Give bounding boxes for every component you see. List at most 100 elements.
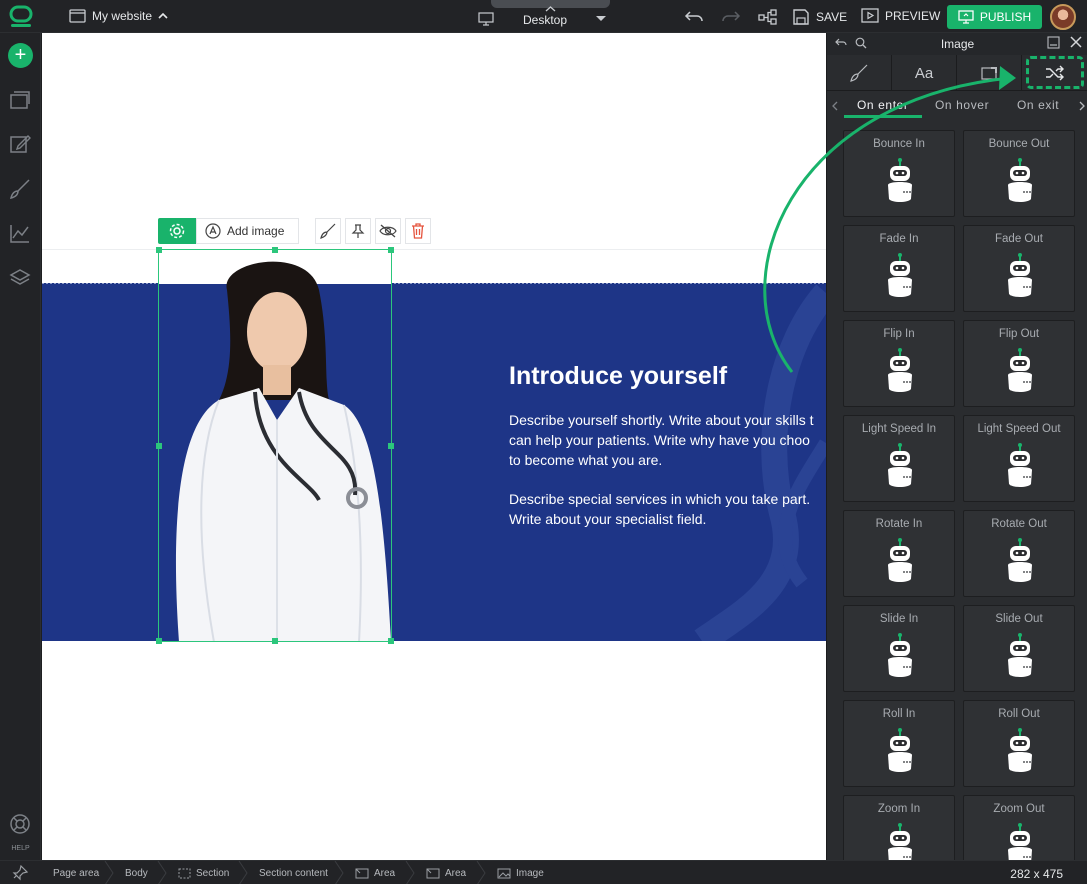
animation-option-slide-in[interactable]: Slide In xyxy=(843,605,955,692)
robot-mascot-icon xyxy=(888,443,912,487)
subtab-on-exit[interactable]: On exit xyxy=(1017,98,1059,112)
robot-mascot-icon xyxy=(888,348,912,392)
animation-option-roll-in[interactable]: Roll In xyxy=(843,700,955,787)
minimize-icon[interactable] xyxy=(1047,36,1060,49)
undo-icon[interactable] xyxy=(683,8,705,26)
panel-title: Image xyxy=(940,37,975,51)
hero-paragraph-line: Describe special services in which you t… xyxy=(509,491,811,507)
animation-label: Flip Out xyxy=(998,328,1040,340)
robot-mascot-icon xyxy=(888,253,912,297)
back-arrow-icon[interactable] xyxy=(835,37,847,49)
app-logo-icon[interactable] xyxy=(9,5,33,29)
animation-option-roll-out[interactable]: Roll Out xyxy=(963,700,1075,787)
redo-icon[interactable] xyxy=(720,8,742,26)
pages-icon[interactable] xyxy=(9,89,31,111)
close-icon[interactable] xyxy=(1070,36,1082,48)
device-panel-toggle[interactable] xyxy=(491,0,610,12)
breadcrumb-separator xyxy=(334,861,344,884)
layers-icon[interactable] xyxy=(9,267,31,289)
animation-label: Slide In xyxy=(879,613,919,625)
hero-heading[interactable]: Introduce yourself xyxy=(509,362,727,391)
analytics-chart-icon[interactable] xyxy=(9,222,31,244)
animation-label: Rotate In xyxy=(875,518,923,530)
animation-option-bounce-out[interactable]: Bounce Out xyxy=(963,130,1075,217)
image-add-icon xyxy=(205,223,221,239)
tab-style[interactable] xyxy=(827,55,892,91)
doctor-photo[interactable] xyxy=(159,250,391,642)
device-selector[interactable]: Desktop xyxy=(478,10,608,30)
inspector-panel: Image Aa On enter On hover On exit Bounc… xyxy=(826,33,1087,860)
animation-option-slide-out[interactable]: Slide Out xyxy=(963,605,1075,692)
tab-animations[interactable] xyxy=(1026,56,1084,89)
pin-icon[interactable] xyxy=(11,865,28,881)
animation-option-bounce-in[interactable]: Bounce In xyxy=(843,130,955,217)
subtab-on-hover[interactable]: On hover xyxy=(935,98,989,112)
breadcrumb-image[interactable]: Image xyxy=(497,868,544,879)
animation-label: Bounce Out xyxy=(988,138,1050,150)
breadcrumb-area-inner[interactable]: Area xyxy=(426,868,466,879)
animation-option-fade-out[interactable]: Fade Out xyxy=(963,225,1075,312)
animation-option-rotate-in[interactable]: Rotate In xyxy=(843,510,955,597)
animation-label: Light Speed Out xyxy=(977,423,1061,435)
breadcrumb-page-area[interactable]: Page area xyxy=(53,868,99,879)
sitemap-icon[interactable] xyxy=(757,8,779,26)
breadcrumb-section-content[interactable]: Section content xyxy=(259,868,328,879)
breadcrumb-label: Area xyxy=(374,868,396,879)
animation-label: Slide Out xyxy=(995,613,1043,625)
left-toolbar: + HELP xyxy=(0,33,41,860)
add-image-button[interactable]: Add image xyxy=(196,218,300,244)
image-settings-button[interactable] xyxy=(158,218,196,244)
animation-option-zoom-out[interactable]: Zoom Out xyxy=(963,795,1075,860)
search-icon[interactable] xyxy=(855,37,867,49)
element-dimensions: 282 x 475 xyxy=(1010,867,1063,881)
animation-label: Roll Out xyxy=(998,708,1040,720)
tab-layout[interactable] xyxy=(957,55,1022,91)
save-label: SAVE xyxy=(816,10,848,24)
style-brush-button[interactable] xyxy=(315,218,342,244)
breadcrumb-body[interactable]: Body xyxy=(125,868,148,879)
play-box-icon xyxy=(861,8,879,23)
floppy-disk-icon xyxy=(793,9,809,25)
animation-option-light-speed-out[interactable]: Light Speed Out xyxy=(963,415,1075,502)
font-glyph: Aa xyxy=(914,64,934,82)
breadcrumb-label: Image xyxy=(516,868,544,879)
robot-mascot-icon xyxy=(1008,443,1032,487)
delete-button[interactable] xyxy=(405,218,432,244)
breadcrumb-area[interactable]: Area xyxy=(355,868,395,879)
subtab-on-enter[interactable]: On enter xyxy=(857,98,909,112)
robot-mascot-icon xyxy=(1008,633,1032,677)
publish-button[interactable]: PUBLISH xyxy=(947,5,1042,29)
publish-label: PUBLISH xyxy=(979,10,1032,24)
animation-option-zoom-in[interactable]: Zoom In xyxy=(843,795,955,860)
robot-mascot-icon xyxy=(1008,538,1032,582)
area-frame-icon xyxy=(355,868,369,879)
image-toolbar: Add image xyxy=(158,218,432,244)
breadcrumb-label: Section xyxy=(196,868,230,879)
preview-button[interactable]: PREVIEW xyxy=(861,8,940,24)
save-button[interactable]: SAVE xyxy=(792,8,847,26)
add-element-button[interactable]: + xyxy=(8,43,33,68)
breadcrumb-section[interactable]: Section xyxy=(178,868,229,879)
page-canvas[interactable]: Add image Introduce yourself Describe yo… xyxy=(42,33,826,860)
brush-icon xyxy=(320,223,336,239)
robot-mascot-icon xyxy=(888,633,912,677)
brush-icon[interactable] xyxy=(9,178,31,200)
visibility-button[interactable] xyxy=(375,218,402,244)
animation-option-flip-out[interactable]: Flip Out xyxy=(963,320,1075,407)
animation-option-flip-in[interactable]: Flip In xyxy=(843,320,955,407)
top-bar: My website Desktop SAVE PREVIEW PUBLISH xyxy=(0,0,1087,33)
tab-typography[interactable]: Aa xyxy=(892,55,957,91)
website-selector[interactable]: My website xyxy=(69,9,168,23)
robot-mascot-icon xyxy=(888,158,912,202)
pin-button[interactable] xyxy=(345,218,372,244)
chevron-right-icon[interactable] xyxy=(1079,101,1085,111)
edit-icon[interactable] xyxy=(9,133,31,155)
chevron-up-icon xyxy=(158,12,168,19)
user-avatar[interactable] xyxy=(1050,4,1076,30)
chevron-left-icon[interactable] xyxy=(832,101,838,111)
publish-monitor-icon xyxy=(958,10,974,24)
animation-option-light-speed-in[interactable]: Light Speed In xyxy=(843,415,955,502)
animation-option-fade-in[interactable]: Fade In xyxy=(843,225,955,312)
animation-option-rotate-out[interactable]: Rotate Out xyxy=(963,510,1075,597)
help-lifebuoy-icon[interactable] xyxy=(9,813,31,835)
